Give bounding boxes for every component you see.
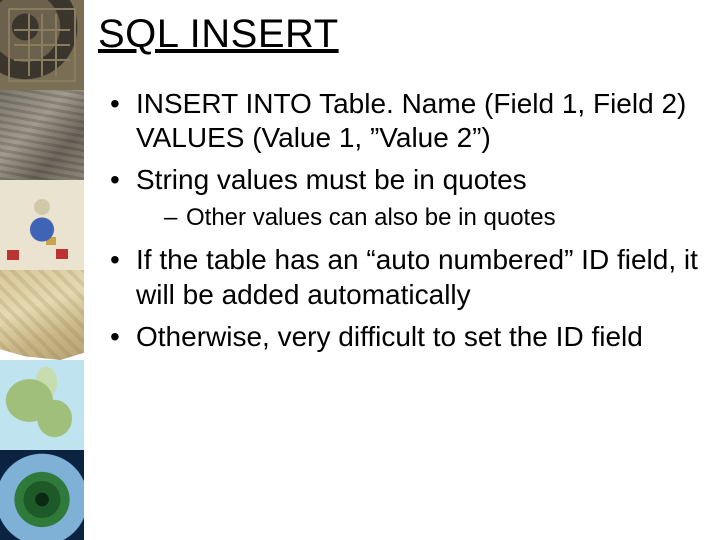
- bullet-list: INSERT INTO Table. Name (Field 1, Field …: [98, 87, 702, 354]
- thumb-illustration: [0, 180, 84, 270]
- sub-bullet-item: Other values can also be in quotes: [164, 203, 702, 233]
- bullet-text: If the table has an “auto numbered” ID f…: [136, 244, 698, 309]
- slide-content: SQL INSERT INSERT INTO Table. Name (Fiel…: [84, 0, 720, 540]
- bullet-text: INSERT INTO Table. Name (Field 1, Field …: [136, 88, 686, 153]
- thumb-globe: [0, 450, 84, 540]
- thumb-tablet: [0, 90, 84, 180]
- thumb-old-map: [0, 270, 84, 360]
- bullet-text: Otherwise, very difficult to set the ID …: [136, 321, 643, 352]
- sidebar-image-strip: [0, 0, 84, 540]
- bullet-item: INSERT INTO Table. Name (Field 1, Field …: [110, 87, 702, 155]
- slide: SQL INSERT INSERT INTO Table. Name (Fiel…: [0, 0, 720, 540]
- thumb-grid: [0, 0, 84, 90]
- sub-bullet-text: Other values can also be in quotes: [186, 204, 556, 231]
- bullet-item: String values must be in quotes Other va…: [110, 163, 702, 233]
- bullet-item: Otherwise, very difficult to set the ID …: [110, 320, 702, 354]
- bullet-text: String values must be in quotes: [136, 164, 527, 195]
- bullet-item: If the table has an “auto numbered” ID f…: [110, 243, 702, 311]
- sub-bullet-list: Other values can also be in quotes: [136, 203, 702, 233]
- slide-title: SQL INSERT: [98, 12, 702, 57]
- thumb-region-map: [0, 360, 84, 450]
